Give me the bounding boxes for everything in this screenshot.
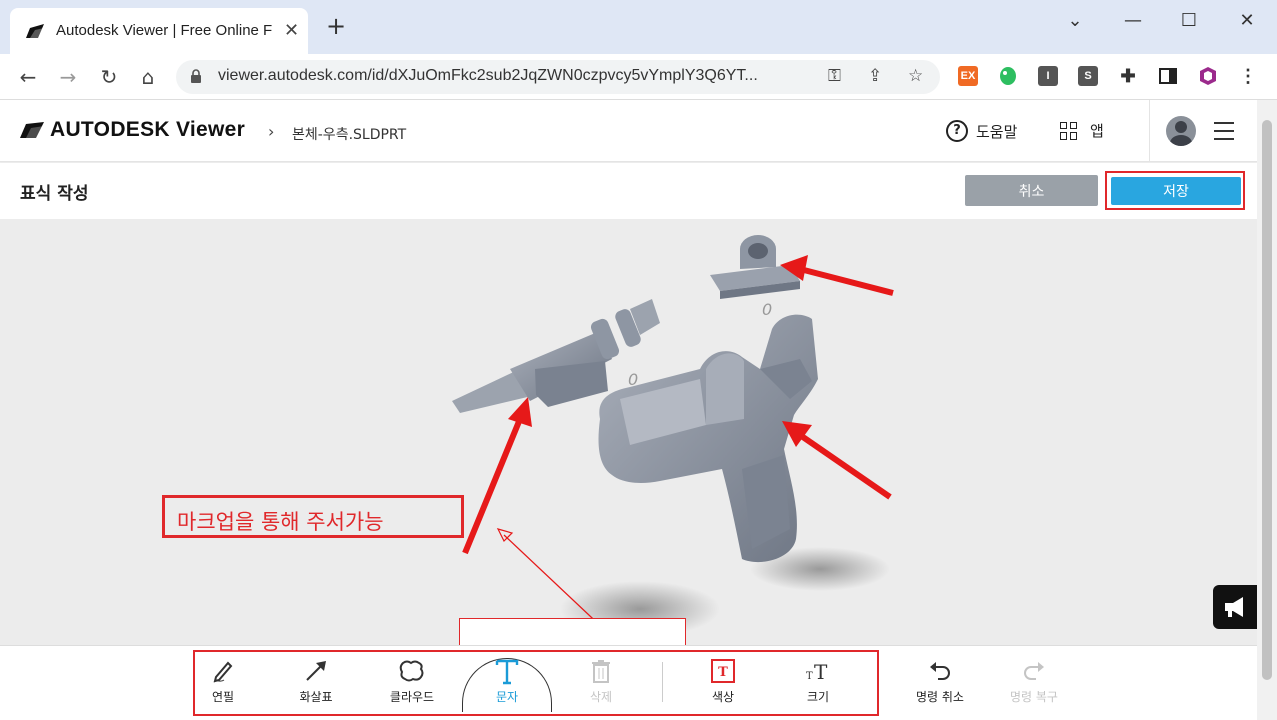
pencil-icon — [213, 661, 233, 683]
address-bar[interactable]: viewer.autodesk.com/id/dXJuOmFkc2sub2JqZ… — [176, 60, 940, 94]
save-button[interactable]: 저장 — [1111, 177, 1241, 205]
apps-label: 앱 — [1090, 122, 1104, 140]
color-swatch-icon: T — [711, 659, 735, 683]
hamburger-menu-icon[interactable] — [1214, 122, 1234, 146]
cancel-button[interactable]: 취소 — [965, 175, 1098, 206]
markup-arrow-2[interactable] — [782, 421, 892, 500]
back-icon[interactable]: ← — [15, 64, 41, 90]
arrow-label: 화살표 — [299, 690, 333, 704]
svg-text:T: T — [806, 671, 813, 682]
extension-i-icon[interactable]: I — [1038, 66, 1058, 86]
autodesk-favicon-icon — [26, 24, 44, 38]
apps-grid-icon — [1060, 121, 1078, 140]
gun-body-part[interactable] — [598, 314, 819, 563]
markup-toolbar: 연필 화살표 클라우드 문자 삭제 T 색상 TT 크기 명령 취소 명령 복구 — [0, 645, 1257, 720]
arrow-icon — [306, 661, 326, 681]
undo-button[interactable]: 명령 취소 — [905, 656, 975, 712]
markup-title: 표식 작성 — [20, 184, 89, 204]
extension-s-icon[interactable]: S — [1078, 66, 1098, 86]
evernote-icon[interactable] — [998, 66, 1018, 86]
dimension-label-1: 0 — [628, 370, 638, 389]
color-tool-button[interactable]: T 색상 — [688, 656, 758, 712]
text-label: 문자 — [495, 690, 519, 704]
autodesk-logo[interactable]: AUTODESK Viewer — [20, 118, 245, 142]
help-button[interactable]: ? 도움말 — [946, 120, 1017, 142]
share-icon[interactable]: ⇪ — [868, 66, 882, 86]
redo-label: 명령 복구 — [1010, 690, 1058, 704]
delete-tool-button[interactable]: 삭제 — [566, 656, 636, 712]
freehand-tool-button[interactable]: 연필 — [188, 656, 258, 712]
size-tool-button[interactable]: TT 크기 — [783, 656, 853, 712]
markup-bar: 표식 작성 취소 저장 — [0, 163, 1257, 219]
model-canvas: 0 0 — [452, 235, 894, 645]
autodesk-mark-icon — [20, 122, 44, 138]
maximize-icon[interactable]: ☐ — [1174, 10, 1204, 31]
text-tool-icon — [495, 659, 519, 685]
undo-icon — [930, 662, 950, 680]
trash-icon — [592, 660, 610, 683]
avatar[interactable] — [1166, 116, 1196, 146]
markup-text-input-box[interactable] — [459, 618, 686, 645]
profile-extension-icon[interactable] — [1198, 66, 1218, 86]
breadcrumb-file[interactable]: 본체-우측.SLDPRT — [292, 124, 406, 144]
extensions-puzzle-icon[interactable]: ✚ — [1118, 66, 1138, 86]
redo-icon — [1024, 662, 1044, 680]
undo-label: 명령 취소 — [916, 690, 964, 704]
app-header: AUTODESK Viewer › 본체-우측.SLDPRT ? 도움말 앱 — [0, 100, 1257, 162]
new-tab-icon[interactable]: + — [326, 14, 346, 38]
svg-text:T: T — [814, 660, 828, 683]
help-icon: ? — [946, 120, 968, 142]
home-icon[interactable]: ⌂ — [135, 64, 161, 90]
text-size-icon: TT — [806, 660, 828, 683]
lock-icon — [191, 69, 201, 83]
forward-icon[interactable]: → — [55, 64, 81, 90]
color-label: 색상 — [711, 690, 735, 704]
logo-text: AUTODESK Viewer — [50, 118, 246, 141]
browser-toolbar: ← → ↻ ⌂ viewer.autodesk.com/id/dXJuOmFkc… — [0, 54, 1277, 100]
cloud-label: 클라우드 — [389, 690, 435, 704]
side-panel-icon[interactable] — [1158, 66, 1178, 86]
cloud-tool-button[interactable]: 클라우드 — [377, 656, 447, 712]
arrow-tool-button[interactable]: 화살표 — [281, 656, 351, 712]
bookmark-star-icon[interactable]: ☆ — [908, 66, 923, 86]
help-label: 도움말 — [976, 122, 1018, 141]
url-text: viewer.autodesk.com/id/dXJuOmFkc2sub2JqZ… — [218, 67, 758, 84]
text-tool-button[interactable]: 문자 — [472, 656, 542, 712]
freehand-label: 연필 — [211, 690, 235, 704]
model-viewport[interactable]: 0 0 마크업을 통해 주서가능 — [0, 219, 1257, 645]
delete-label: 삭제 — [589, 690, 613, 704]
scroll-thumb[interactable] — [1262, 120, 1272, 680]
key-icon[interactable]: ⚿ — [828, 66, 841, 86]
extension-ex-icon[interactable]: EX — [958, 66, 978, 86]
annotation-text: 마크업을 통해 주서가능 — [177, 510, 384, 534]
minimize-icon[interactable]: — — [1118, 10, 1148, 31]
tab-title: Autodesk Viewer | Free Online F — [56, 22, 273, 39]
dimension-label-2: 0 — [762, 300, 772, 319]
window-close-icon[interactable]: ✕ — [1232, 10, 1262, 31]
tab-search-icon[interactable]: ⌄ — [1060, 10, 1090, 31]
apps-button[interactable]: 앱 — [1060, 120, 1104, 141]
redo-button[interactable]: 명령 복구 — [999, 656, 1069, 712]
megaphone-icon — [1225, 597, 1243, 617]
breadcrumb-chevron-icon: › — [268, 122, 275, 141]
header-divider — [1149, 100, 1150, 162]
announcement-button[interactable] — [1213, 585, 1257, 629]
toolbar-separator — [662, 662, 663, 702]
size-label: 크기 — [806, 690, 830, 704]
tab-close-icon[interactable]: ✕ — [284, 20, 299, 41]
page-scrollbar[interactable] — [1257, 100, 1277, 720]
reload-icon[interactable]: ↻ — [96, 64, 122, 90]
svg-text:T: T — [718, 665, 728, 680]
browser-titlebar: Autodesk Viewer | Free Online F ✕ + ⌄ — … — [0, 0, 1277, 54]
browser-tab[interactable]: Autodesk Viewer | Free Online F ✕ — [10, 8, 308, 54]
cloud-icon — [399, 660, 424, 682]
browser-menu-icon[interactable]: ⋮ — [1238, 66, 1258, 86]
markup-text-annotation[interactable]: 마크업을 통해 주서가능 — [162, 495, 464, 538]
